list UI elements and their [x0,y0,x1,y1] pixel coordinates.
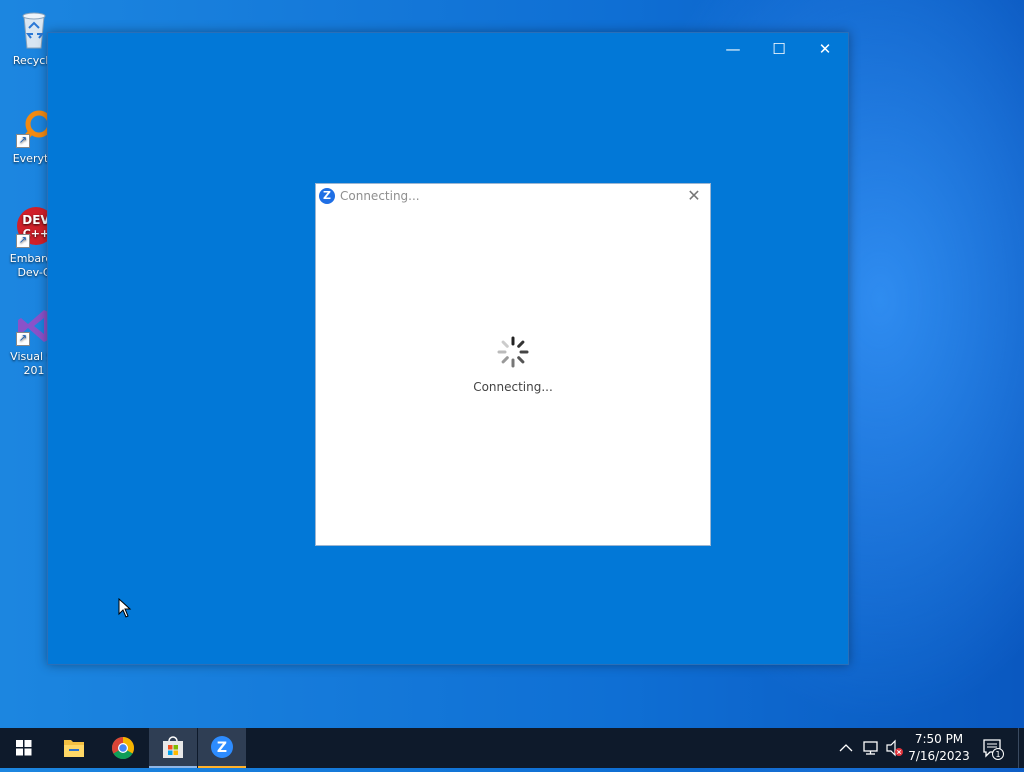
volume-muted-icon [886,739,903,757]
zoom-icon: Z [211,736,233,758]
store-icon [163,736,183,758]
taskbar-chrome[interactable] [99,728,147,768]
connecting-status-text: Connecting... [473,380,553,394]
shortcut-arrow-icon: ↗ [16,134,30,148]
notification-icon: 1 [983,739,1004,760]
loading-spinner-icon [496,335,530,369]
network-tray-button[interactable] [860,728,882,768]
maximize-button[interactable]: ☐ [756,33,802,65]
svg-text:Z: Z [217,740,227,756]
clock-time: 7:50 PM [914,732,964,746]
chevron-up-icon [839,744,853,752]
taskbar-file-explorer[interactable] [50,728,98,768]
minimize-button[interactable]: — [710,33,756,65]
action-center-button[interactable]: 1 [978,728,1006,768]
taskbar: Z 7:50 PM 7/16/2023 1 [0,728,1024,768]
network-icon [863,741,878,755]
start-button[interactable] [0,728,48,768]
zoom-logo-icon: Z [319,188,335,204]
clock-date: 7/16/2023 [908,749,970,763]
notification-count: 1 [995,750,1000,759]
taskbar-clock[interactable]: 7:50 PM 7/16/2023 [904,731,974,765]
file-explorer-icon [64,740,84,757]
volume-tray-button[interactable] [884,728,906,768]
show-hidden-icons-button[interactable] [836,728,856,768]
chrome-icon [112,737,134,759]
dialog-close-button[interactable]: ✕ [684,186,704,206]
shortcut-arrow-icon: ↗ [16,332,30,346]
taskbar-zoom[interactable]: Z [198,728,246,768]
show-desktop-button[interactable] [1018,728,1024,768]
taskbar-microsoft-store[interactable] [149,728,197,768]
connecting-dialog: Z Connecting... ✕ Connecting... [315,183,711,546]
dialog-title: Connecting... [340,189,420,203]
shortcut-arrow-icon: ↗ [16,234,30,248]
close-button[interactable]: ✕ [802,33,848,65]
windows-start-icon [16,740,32,756]
mouse-cursor-icon [118,597,132,618]
